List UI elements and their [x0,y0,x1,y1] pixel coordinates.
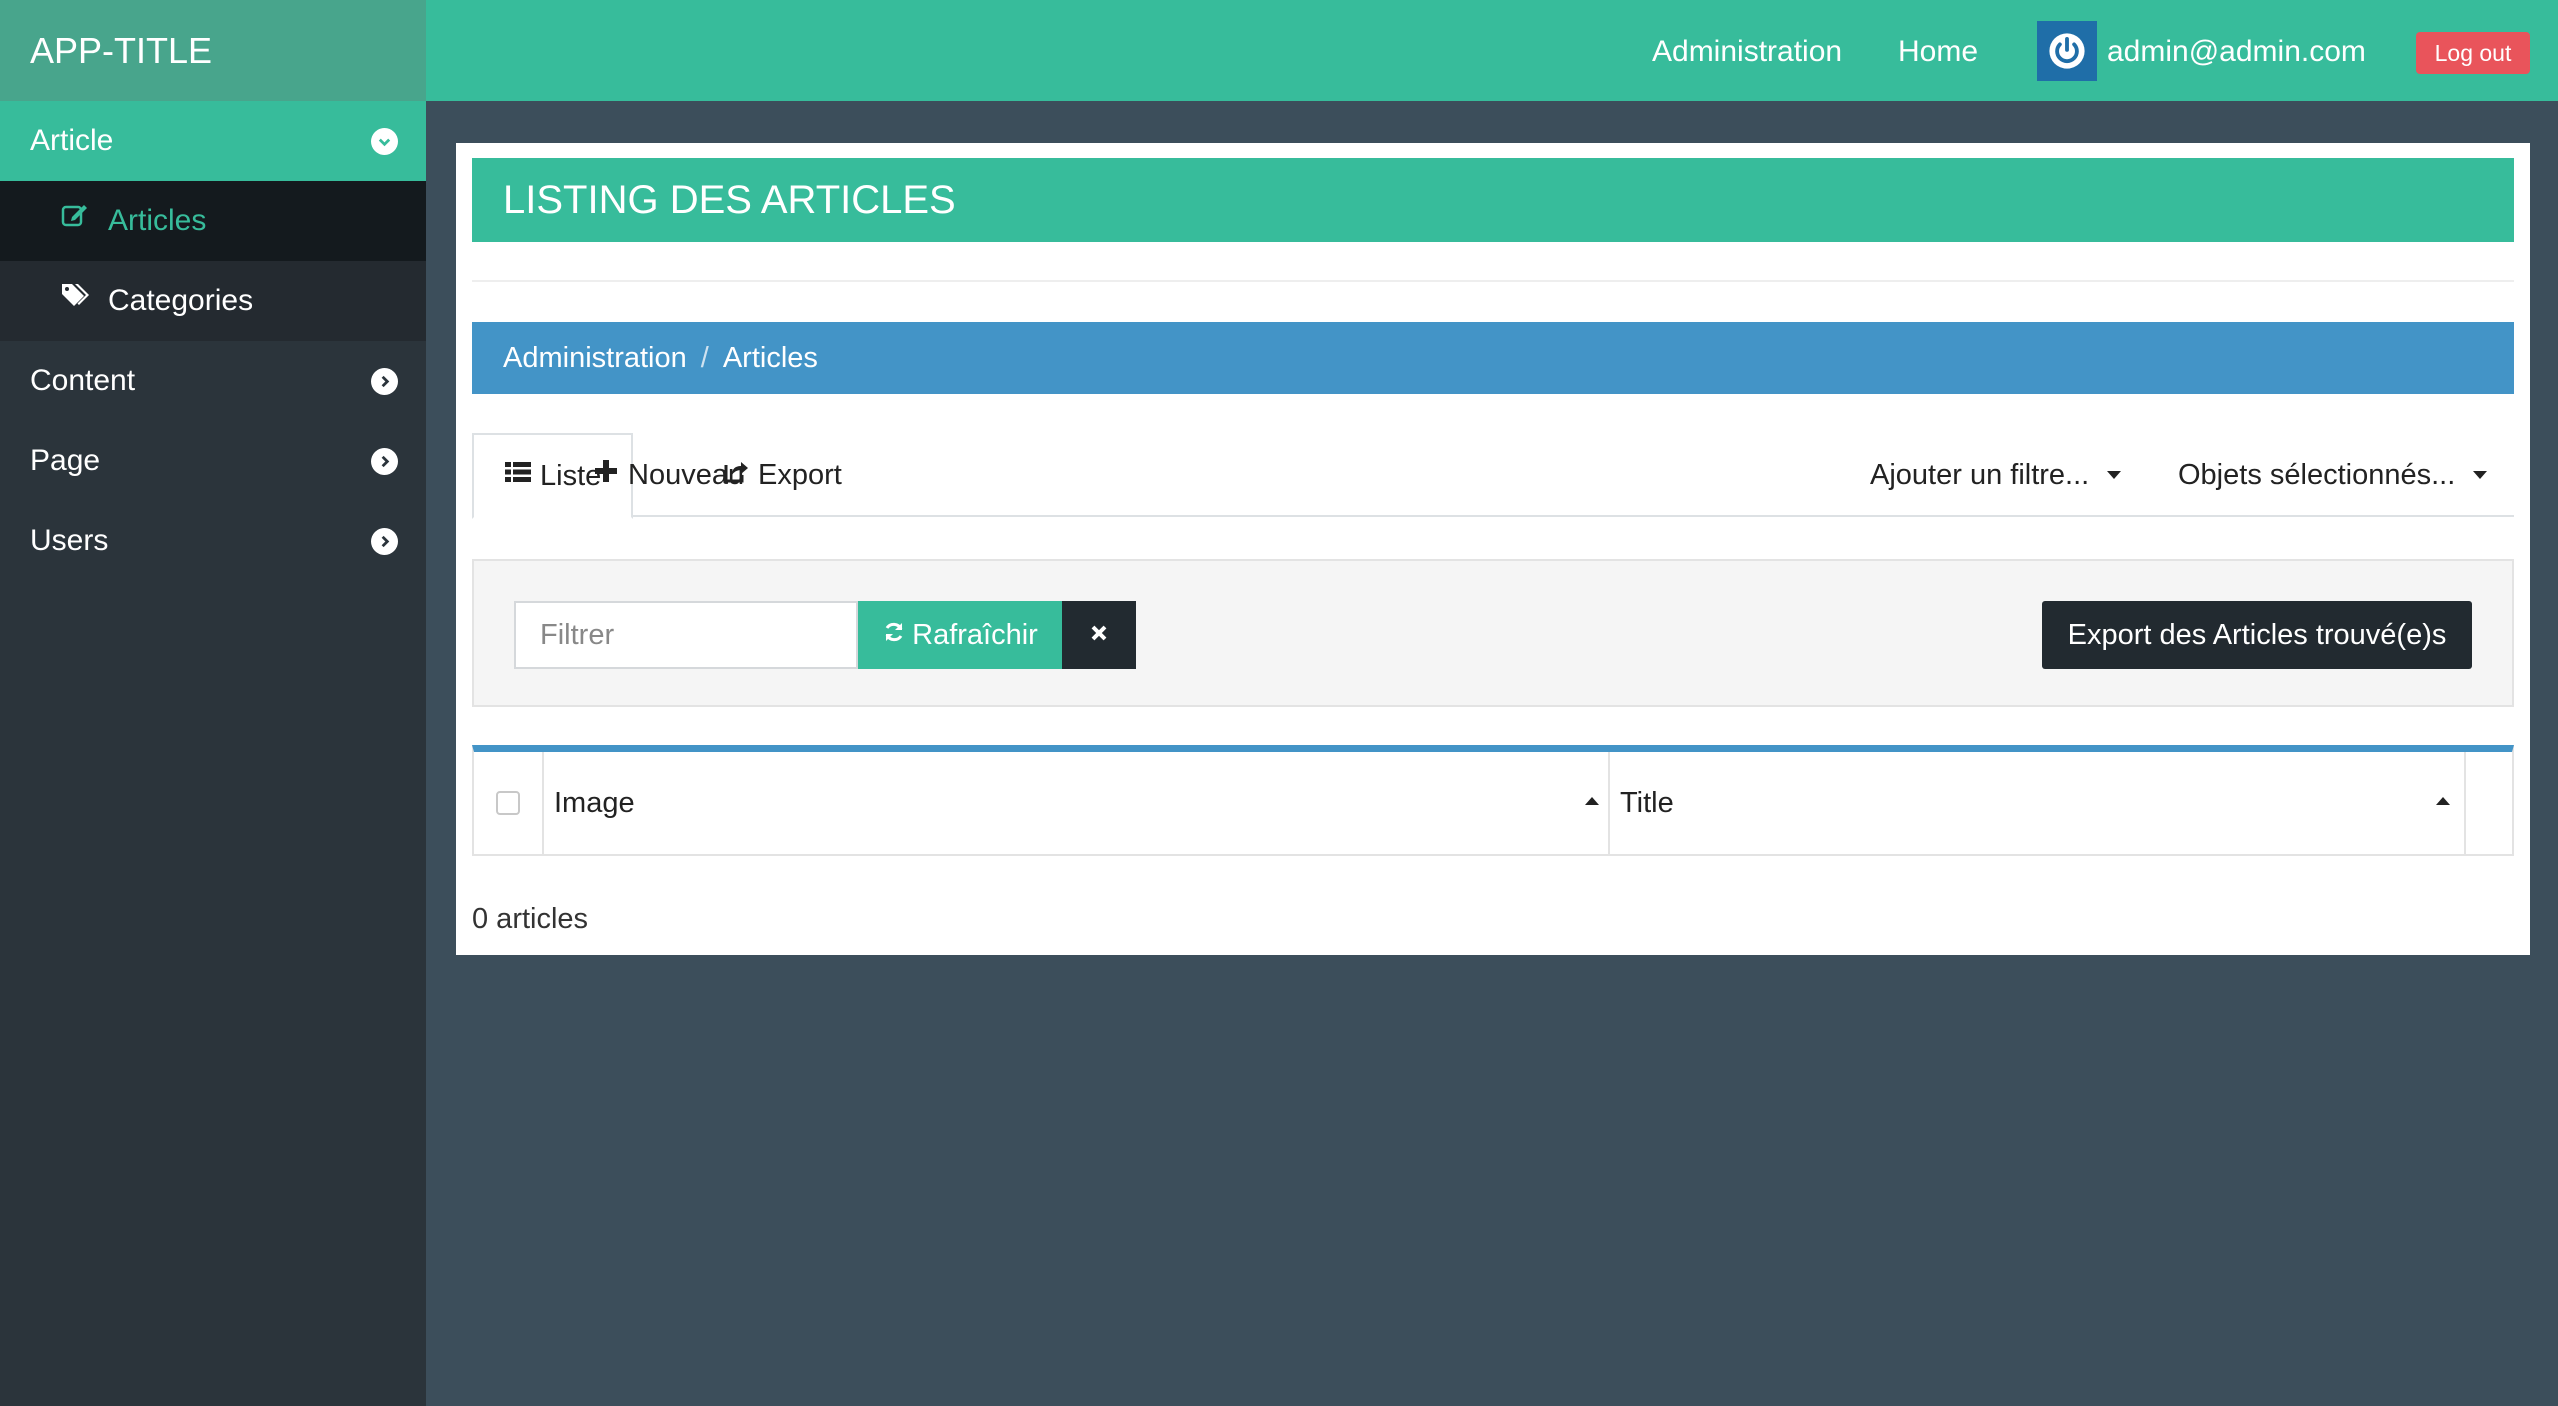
plus-icon [592,457,620,493]
logout-button[interactable]: Log out [2416,32,2530,74]
edit-icon [60,181,90,261]
breadcrumb: Administration / Articles [472,322,2514,394]
sidebar-item-articles[interactable]: Articles [0,181,426,261]
refresh-button[interactable]: Rafraîchir [858,601,1062,669]
sidebar-item-users[interactable]: Users [0,501,426,581]
export-found-button[interactable]: Export des Articles trouvé(e)s [2042,601,2472,669]
clear-filter-button[interactable] [1062,601,1136,669]
main-panel: LISTING DES ARTICLES Administration / Ar… [456,143,2530,955]
result-count: 0 articles [472,903,589,935]
user-email[interactable]: admin@admin.com [2107,0,2366,101]
nav-administration-link[interactable]: Administration [1652,0,1842,101]
chevron-down-icon [371,128,398,155]
tags-icon [60,261,90,341]
chevron-right-icon [371,448,398,475]
page-title: LISTING DES ARTICLES [472,158,2514,242]
breadcrumb-articles: Articles [722,341,818,374]
selected-objects-dropdown[interactable]: Objets sélectionnés... [2178,433,2488,517]
filter-input[interactable] [514,601,858,669]
column-header-image[interactable]: Image [544,752,1610,854]
sidebar-item-label: Article [30,124,114,157]
sidebar-item-label: Categories [108,284,254,317]
app-title[interactable]: APP-TITLE [0,0,426,101]
column-label: Title [1620,786,1674,819]
sidebar-item-label: Page [30,444,101,477]
sidebar-item-label: Articles [108,204,207,237]
sidebar-item-article[interactable]: Article [0,101,426,181]
dropdown-label: Objets sélectionnés... [2178,458,2456,491]
select-all-checkbox[interactable] [496,791,520,815]
column-label: Image [554,786,635,819]
sidebar-item-page[interactable]: Page [0,421,426,501]
sort-asc-icon [2436,797,2450,805]
select-all-cell [474,752,544,854]
dropdown-label: Ajouter un filtre... [1870,458,2090,491]
chevron-right-icon [371,368,398,395]
share-icon [722,457,750,493]
sort-asc-icon [1585,797,1599,805]
sidebar-item-categories[interactable]: Categories [0,261,426,341]
refresh-label: Rafraîchir [912,618,1038,651]
articles-table: Image Title [472,745,2514,856]
chevron-right-icon [371,528,398,555]
breadcrumb-separator: / [700,341,709,374]
filter-box: Rafraîchir Export des Articles trouvé(e)… [472,559,2514,707]
divider [472,280,2514,282]
add-filter-dropdown[interactable]: Ajouter un filtre... [1870,433,2122,517]
caret-down-icon [2107,471,2122,479]
list-icon [504,458,532,494]
nav-home-link[interactable]: Home [1898,0,1978,101]
caret-down-icon [2473,471,2488,479]
close-icon [1089,623,1109,648]
sidebar-item-label: Users [30,524,109,557]
breadcrumb-administration[interactable]: Administration [503,342,687,375]
sidebar: APP-TITLE Article Articles Categories Co… [0,0,426,1406]
sidebar-item-content[interactable]: Content [0,341,426,421]
tabs: Liste Nouveau Export Ajouter un filtre..… [472,433,2514,519]
refresh-icon [882,619,906,652]
tab-label: Export [758,458,842,491]
tab-export[interactable]: Export [722,433,842,517]
sidebar-item-label: Content [30,364,136,397]
column-header-title[interactable]: Title [1610,752,2466,854]
power-icon[interactable] [2037,21,2097,81]
